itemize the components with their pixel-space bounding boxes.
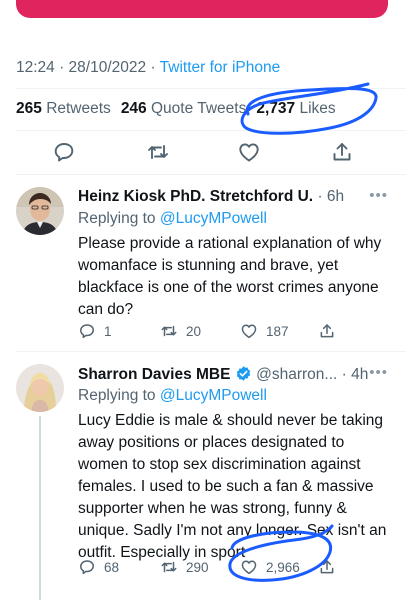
reply-text: Lucy Eddie is male & should never be tak…	[78, 412, 387, 561]
reply-icon[interactable]	[52, 140, 76, 164]
retweet-count: 20	[186, 323, 202, 339]
replying-to-handle[interactable]: @LucyMPowell	[160, 387, 267, 404]
quotes-stat[interactable]: 246 Quote Tweets	[121, 100, 247, 117]
embedded-card-edge	[16, 0, 388, 18]
like-action[interactable]: 187	[240, 322, 289, 340]
reply-actions: 1 20 187	[78, 322, 396, 346]
replying-to: Replying to @LucyMPowell	[78, 387, 267, 405]
display-name[interactable]: Heinz Kiosk PhD. Stretchford U.	[78, 188, 313, 205]
reply-action[interactable]: 68	[78, 558, 119, 576]
display-name[interactable]: Sharron Davies MBE	[78, 366, 230, 383]
retweet-icon	[160, 558, 178, 576]
reply-actions: 68 290 2,966	[78, 558, 396, 582]
like-icon	[240, 322, 258, 340]
reply-action[interactable]: 1	[78, 322, 112, 340]
more-icon[interactable]: •••	[369, 187, 388, 204]
like-action[interactable]: 2,966	[240, 558, 300, 576]
retweet-count: 290	[186, 559, 209, 575]
like-icon[interactable]	[237, 140, 261, 164]
more-icon[interactable]: •••	[369, 364, 388, 381]
retweet-action[interactable]: 290	[160, 558, 209, 576]
divider	[16, 351, 406, 352]
replying-prefix: Replying to	[78, 210, 160, 227]
quotes-count: 246	[120, 100, 147, 117]
tweet-source-link[interactable]: Twitter for iPhone	[160, 59, 281, 76]
retweet-icon	[160, 322, 178, 340]
divider	[16, 130, 406, 131]
avatar[interactable]	[16, 187, 64, 235]
reply-icon	[78, 558, 96, 576]
reply-text: Please provide a rational explanation of…	[78, 235, 382, 318]
likes-label: Likes	[299, 100, 336, 117]
avatar[interactable]	[16, 364, 64, 412]
retweets-label: Retweets	[46, 100, 111, 117]
retweet-action[interactable]: 20	[160, 322, 201, 340]
tweet-stats: 265 Retweets 246 Quote Tweets 2,737 Likes	[16, 100, 336, 118]
retweets-count: 265	[16, 100, 42, 117]
likes-count: 2,737	[256, 100, 296, 117]
reply-count: 68	[104, 559, 120, 575]
quotes-label: Quote Tweets	[151, 100, 247, 117]
reply-header: Sharron Davies MBE @sharron... · 4h	[78, 365, 368, 384]
replying-to-handle[interactable]: @LucyMPowell	[160, 210, 267, 227]
user-handle[interactable]: @sharron...	[256, 366, 337, 383]
likes-stat[interactable]: 2,737 Likes	[256, 100, 335, 117]
like-count: 2,966	[266, 559, 300, 575]
replying-to: Replying to @LucyMPowell	[78, 210, 267, 228]
share-icon[interactable]	[318, 558, 336, 576]
tweet-timestamp: 12:24 · 28/10/2022 ·	[16, 59, 160, 76]
replying-prefix: Replying to	[78, 387, 160, 404]
like-count: 187	[266, 323, 289, 339]
reply-count: 1	[104, 323, 112, 339]
tweet-metadata: 12:24 · 28/10/2022 · Twitter for iPhone	[16, 59, 280, 77]
thread-line	[39, 416, 41, 600]
verified-badge-icon	[235, 365, 252, 382]
reply-icon	[78, 322, 96, 340]
divider	[16, 88, 406, 89]
retweets-stat[interactable]: 265 Retweets	[16, 100, 111, 117]
retweet-icon[interactable]	[146, 140, 170, 164]
post-time[interactable]: · 4h	[342, 366, 369, 383]
like-icon	[240, 558, 258, 576]
share-icon[interactable]	[330, 140, 354, 164]
reply-header: Heinz Kiosk PhD. Stretchford U. · 6h	[78, 188, 344, 206]
main-tweet-actions	[0, 138, 406, 168]
divider	[16, 174, 406, 175]
post-time[interactable]: · 6h	[317, 188, 344, 205]
share-icon[interactable]	[318, 322, 336, 340]
